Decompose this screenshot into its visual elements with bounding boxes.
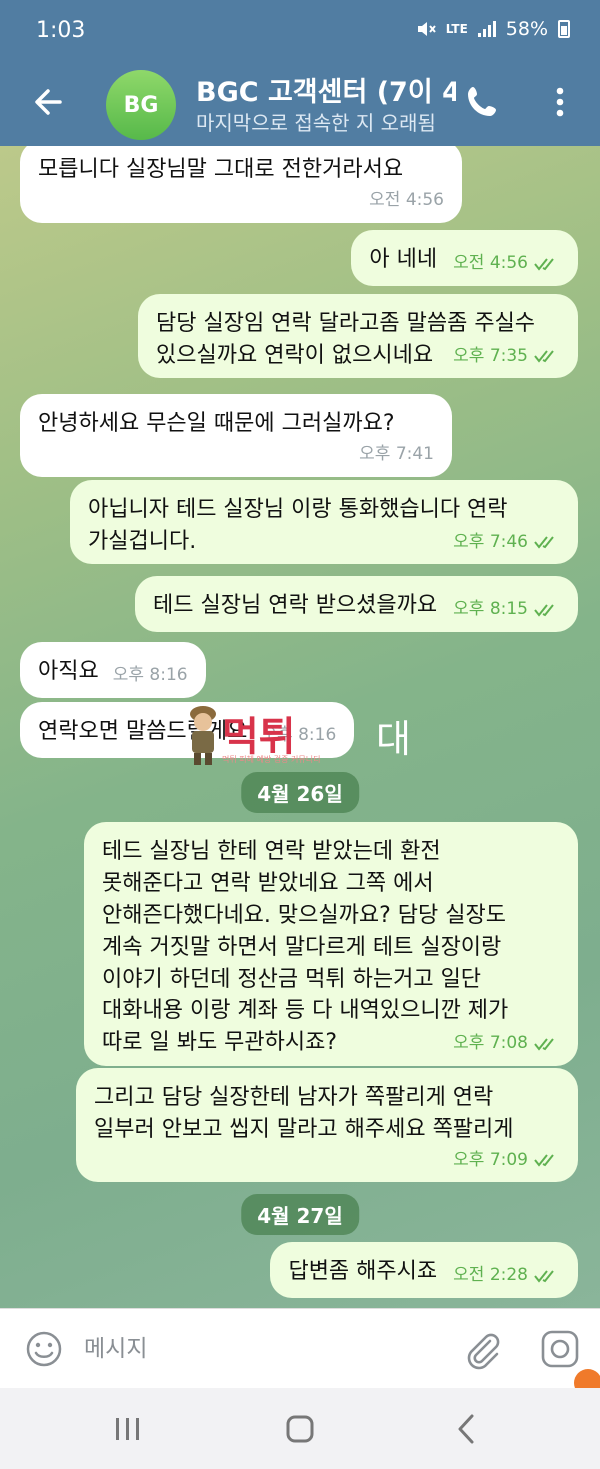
message-time: 오후 8:15 xyxy=(453,599,528,620)
message-text: 아직요 xyxy=(38,659,99,684)
phone-icon[interactable] xyxy=(462,82,502,122)
emoji-icon[interactable] xyxy=(24,1329,64,1369)
camera-icon[interactable] xyxy=(540,1329,580,1369)
read-check-icon xyxy=(534,603,554,617)
watermark-logo: 먹튀 대 먹튀 피해 예방 검증 커뮤니티 xyxy=(186,702,426,774)
message-time: 오후 7:41 xyxy=(359,443,434,464)
message-bubble[interactable]: 아닙니자 테드 실장님 이랑 통화했습니다 연락 가실겁니다. 오후 7:46 xyxy=(70,480,578,565)
watermark-caption: 먹튀 피해 예방 검증 커뮤니티 xyxy=(222,755,321,764)
message-text: 안녕하세요 무슨일 때문에 그러실까요? xyxy=(38,411,395,436)
status-icons: LTE 58% xyxy=(416,18,570,40)
chat-title[interactable]: BGC 고객센터 (7이 4 xyxy=(196,70,456,109)
message-input[interactable] xyxy=(84,1327,444,1371)
message-bubble[interactable]: 모릅니다 실장님말 그대로 전한거라서요 오전 4:56 xyxy=(20,146,462,223)
more-vert-icon[interactable] xyxy=(546,82,574,122)
message-time: 오후 8:16 xyxy=(112,665,188,686)
paperclip-icon[interactable] xyxy=(460,1327,504,1371)
message-time: 오전 2:28 xyxy=(453,1265,528,1286)
read-check-icon xyxy=(534,257,554,271)
read-check-icon xyxy=(534,1154,554,1167)
home-icon[interactable] xyxy=(280,1410,320,1448)
read-check-icon xyxy=(534,350,554,363)
status-bar: 1:03 LTE 58% xyxy=(0,0,600,62)
read-check-icon xyxy=(534,536,554,549)
message-bubble[interactable]: 아 네네 오전 4:56 xyxy=(351,230,578,286)
back-icon[interactable] xyxy=(448,1410,484,1448)
read-check-icon xyxy=(534,1269,554,1283)
signal-icon xyxy=(477,21,496,37)
message-text: 아 네네 xyxy=(369,247,438,272)
message-text: 모릅니다 실장님말 그대로 전한거라서요 xyxy=(38,157,404,182)
arrow-back-icon[interactable] xyxy=(28,82,68,122)
read-check-icon xyxy=(534,1037,554,1051)
message-bubble[interactable]: 안녕하세요 무슨일 때문에 그러실까요? 오후 7:41 xyxy=(20,394,452,477)
watermark-text-2: 대 xyxy=(376,717,411,761)
message-bubble[interactable]: 담당 실장임 연락 달라고좀 말씀좀 주실수 있으실까요 연락이 없으시네요 오… xyxy=(138,294,578,379)
mute-icon xyxy=(417,22,436,36)
message-bubble[interactable]: 그리고 담당 실장한테 남자가 쪽팔리게 연락 일부러 안보고 씹지 말라고 해… xyxy=(76,1068,578,1183)
message-time: 오전 4:56 xyxy=(453,253,528,274)
message-text: 테드 실장님 한테 연락 받았는데 환전 못해준다고 연락 받았네요 그쪽 에서… xyxy=(102,839,509,1056)
message-time: 오후 7:09 xyxy=(453,1149,528,1170)
system-navigation-bar xyxy=(0,1388,600,1469)
message-time: 오후 7:46 xyxy=(453,531,528,552)
message-composer xyxy=(0,1308,600,1397)
network-type: LTE xyxy=(445,22,468,36)
date-separator: 4월 27일 xyxy=(241,1194,359,1235)
message-bubble[interactable]: 테드 실장님 한테 연락 받았는데 환전 못해준다고 연락 받았네요 그쪽 에서… xyxy=(84,822,578,1066)
message-bubble[interactable]: 답변좀 해주시죠 오전 2:28 xyxy=(270,1242,578,1298)
status-time: 1:03 xyxy=(36,18,86,43)
message-text: 테드 실장님 연락 받으셨을까요 xyxy=(153,593,438,618)
message-bubble[interactable]: 테드 실장님 연락 받으셨을까요 오후 8:15 xyxy=(135,576,578,632)
message-time: 오전 4:56 xyxy=(369,189,444,210)
message-text: 그리고 담당 실장한테 남자가 쪽팔리게 연락 일부러 안보고 씹지 말라고 해… xyxy=(94,1085,514,1142)
message-time: 오후 7:35 xyxy=(453,345,528,366)
recent-apps-icon[interactable] xyxy=(110,1412,146,1446)
message-time: 오후 7:08 xyxy=(453,1033,528,1054)
message-text: 답변좀 해주시죠 xyxy=(288,1259,438,1284)
date-separator: 4월 26일 xyxy=(241,772,359,813)
message-bubble[interactable]: 아직요 오후 8:16 xyxy=(20,642,206,698)
battery-level: 58% xyxy=(505,18,548,40)
message-list[interactable]: 모릅니다 실장님말 그대로 전한거라서요 오전 4:56 아 네네 오전 4:5… xyxy=(0,146,600,1308)
last-seen-status: 마지막으로 접속한 지 오래됨 xyxy=(196,111,436,135)
chat-header: BG BGC 고객센터 (7이 4 마지막으로 접속한 지 오래됨 xyxy=(0,62,600,146)
soldier-mascot-icon xyxy=(190,706,216,765)
battery-icon xyxy=(558,20,570,38)
avatar[interactable]: BG xyxy=(106,70,176,140)
